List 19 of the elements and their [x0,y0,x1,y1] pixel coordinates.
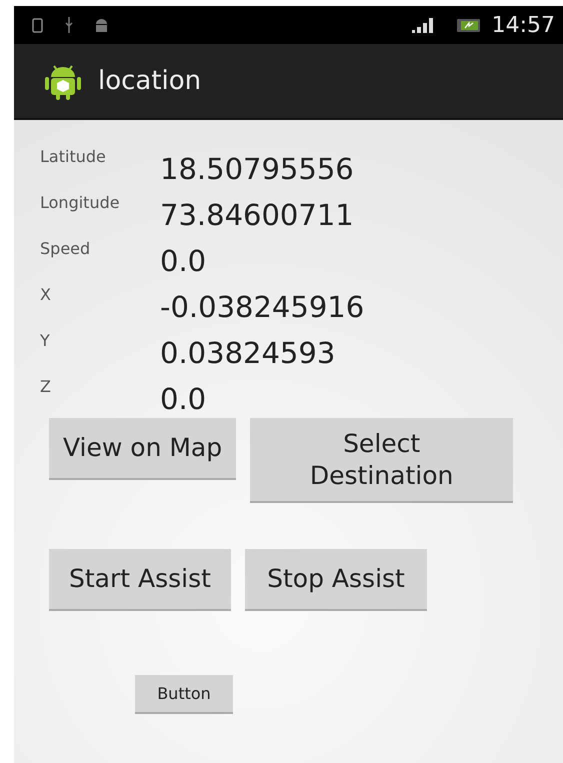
app-title: location [98,64,202,98]
action-button[interactable]: Start Assist [49,549,231,611]
reading-value: 0.03824593 [160,336,336,370]
action-button[interactable]: Select Destination [250,418,514,503]
clock-time: 14:57 [492,12,555,40]
reading-label: Y [40,330,51,352]
reading-value: 73.84600711 [160,198,354,232]
reading-value: 0.0 [160,382,206,416]
reading-label: Longitude [40,192,121,214]
reading-value: 0.0 [160,244,206,278]
action-button[interactable]: View on Map [49,418,236,480]
reading-label: X [40,284,52,306]
reading-value: 18.50795556 [160,152,354,186]
reading-value: -0.038245916 [160,290,364,324]
reading-label: Speed [40,238,92,260]
action-button[interactable]: Stop Assist [245,549,427,611]
small-button[interactable]: Button [135,675,233,714]
reading-label: Z [40,376,52,398]
reading-label: Latitude [40,146,107,168]
